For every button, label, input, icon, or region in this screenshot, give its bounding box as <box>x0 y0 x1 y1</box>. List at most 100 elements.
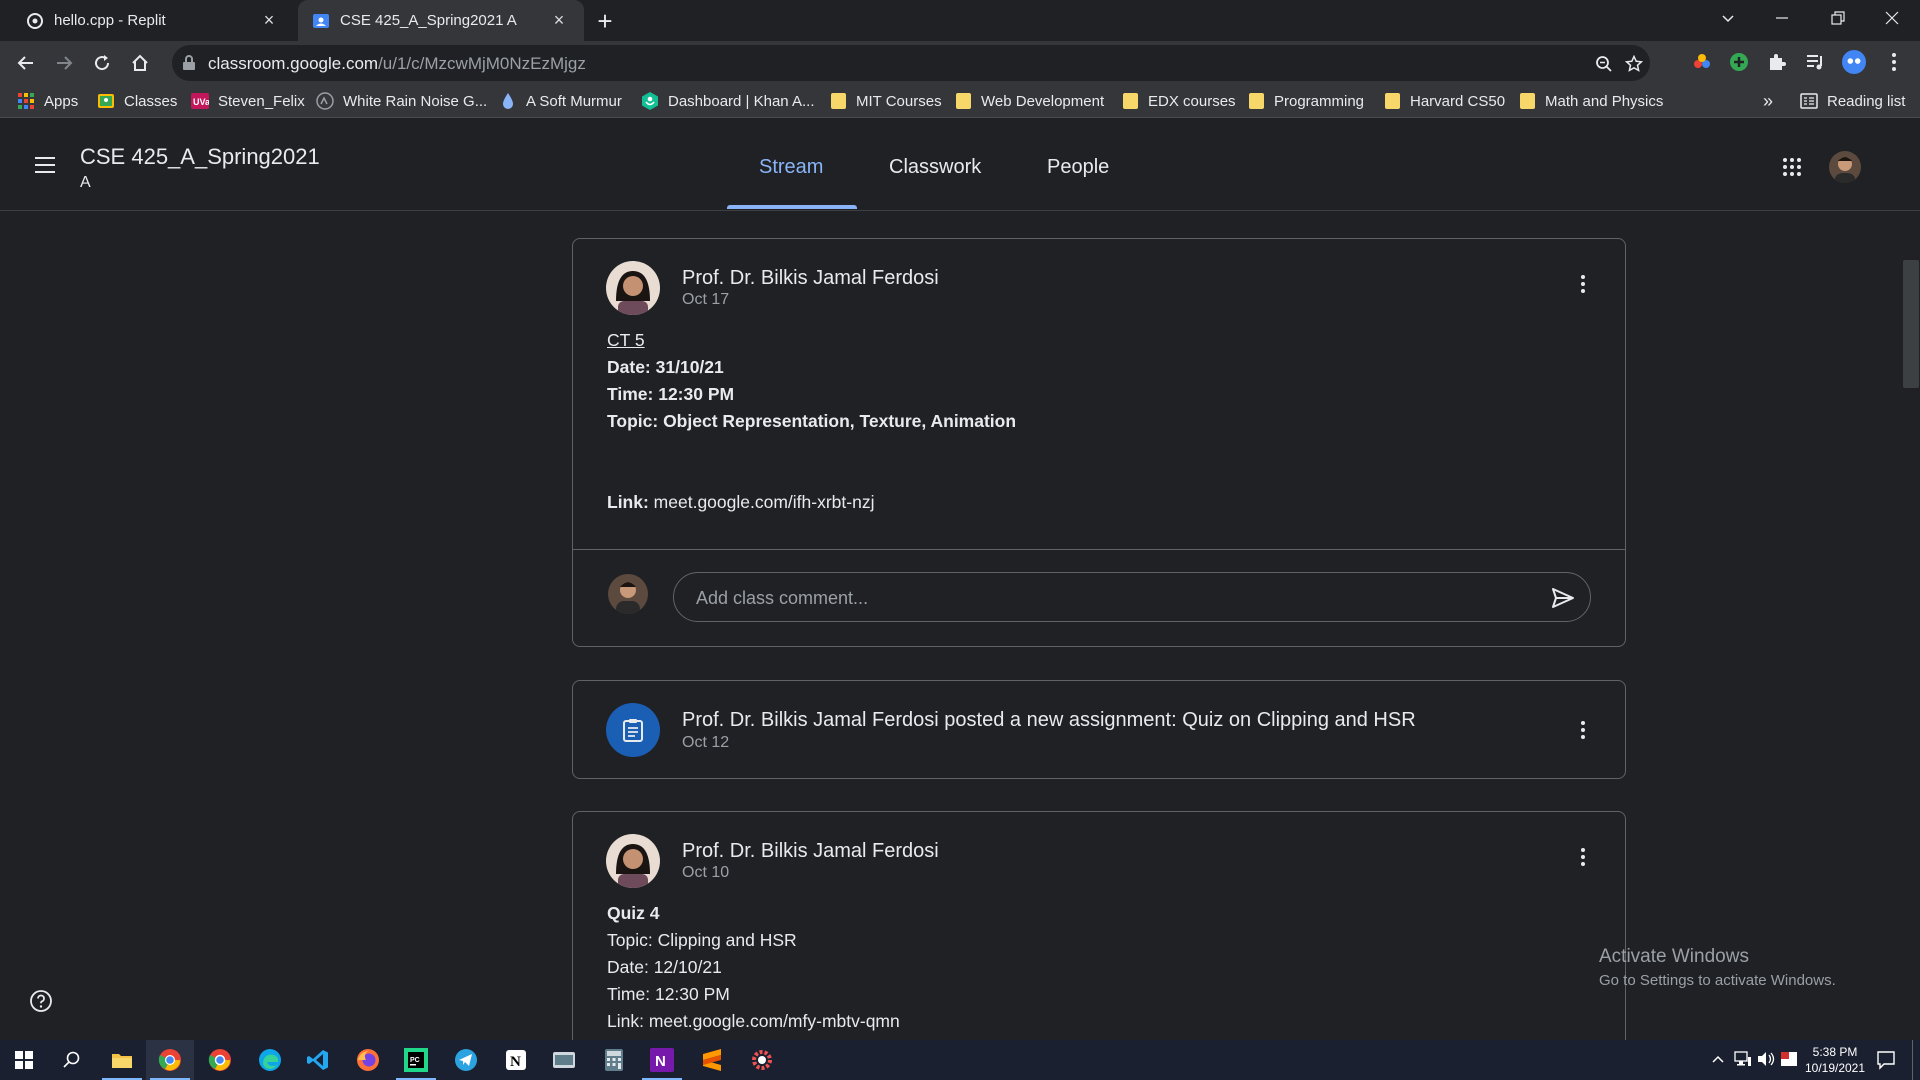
active-tab-indicator <box>727 205 857 209</box>
reading-list-button[interactable]: Reading list <box>1800 84 1905 118</box>
bookmark-mit-courses[interactable]: MIT Courses <box>829 84 942 118</box>
address-bar[interactable]: classroom.google.com/u/1/c/MzcwMjM0NzEzM… <box>172 45 1650 81</box>
tab-search-icon[interactable] <box>1700 0 1756 36</box>
vscode-icon[interactable] <box>294 1040 342 1080</box>
new-tab-button[interactable]: + <box>590 6 620 36</box>
back-arrow-icon[interactable] <box>10 47 42 79</box>
telegram-icon[interactable] <box>442 1040 490 1080</box>
home-icon[interactable] <box>124 47 156 79</box>
show-desktop-button[interactable] <box>1912 1040 1920 1080</box>
svg-text:PC: PC <box>410 1057 420 1064</box>
tab-classwork[interactable]: Classwork <box>889 156 981 179</box>
bookmark-classes[interactable]: Classes <box>97 84 177 118</box>
account-avatar[interactable] <box>1829 151 1861 183</box>
replit-icon <box>26 12 44 30</box>
svg-text:N: N <box>510 1054 521 1070</box>
google-apps-icon[interactable] <box>1783 158 1801 176</box>
post-options-icon[interactable] <box>1568 269 1598 299</box>
post-date[interactable]: Oct 17 <box>682 291 729 309</box>
browser-tab-classroom[interactable]: CSE 425_A_Spring2021 A × <box>298 0 584 41</box>
post-line-link: Link: meet.google.com/ifh-xrbt-nzj <box>607 492 874 513</box>
post-author[interactable]: Prof. Dr. Bilkis Jamal Ferdosi <box>682 840 939 863</box>
main-menu-icon[interactable] <box>34 156 56 174</box>
tab-stream[interactable]: Stream <box>759 156 823 179</box>
extension-colorful-icon[interactable] <box>1690 50 1714 74</box>
post-title-link[interactable]: CT 5 <box>607 330 645 351</box>
reading-list-label: Reading list <box>1827 92 1906 110</box>
file-explorer-icon[interactable] <box>98 1040 146 1080</box>
bookmark-harvard-cs50[interactable]: Harvard CS50 <box>1383 84 1505 118</box>
restore-icon[interactable] <box>1810 0 1866 36</box>
meet-link[interactable]: meet.google.com/ifh-xrbt-nzj <box>649 492 875 512</box>
bookmarks-overflow-button[interactable]: » <box>1763 84 1773 118</box>
assignment-options-icon[interactable] <box>1568 715 1598 745</box>
taskbar-clock[interactable]: 5:38 PM 10/19/2021 <box>1800 1044 1870 1076</box>
firefox-icon[interactable] <box>344 1040 392 1080</box>
scrollbar-thumb[interactable] <box>1903 260 1919 388</box>
course-title[interactable]: CSE 425_A_Spring2021 <box>80 144 320 170</box>
pycharm-icon[interactable]: PC <box>392 1040 440 1080</box>
volume-icon[interactable] <box>1757 1051 1775 1067</box>
bookmark-edx-courses[interactable]: EDX courses <box>1121 84 1236 118</box>
minimize-icon[interactable] <box>1754 0 1810 36</box>
search-icon[interactable] <box>48 1040 96 1080</box>
lock-icon[interactable] <box>182 55 196 71</box>
post-line-link[interactable]: Link: meet.google.com/mfy-mbtv-qmn <box>607 1011 900 1032</box>
calculator-icon[interactable] <box>590 1040 638 1080</box>
network-icon[interactable] <box>1734 1051 1752 1067</box>
app-window-icon[interactable] <box>540 1040 588 1080</box>
line-label: Link: <box>607 492 649 512</box>
bookmark-star-icon[interactable] <box>1624 54 1644 74</box>
send-icon[interactable] <box>1550 585 1576 611</box>
profile-avatar-icon[interactable] <box>1842 50 1866 74</box>
windows-start-icon[interactable] <box>0 1040 48 1080</box>
browser-tab-replit[interactable]: hello.cpp - Replit × <box>12 0 294 41</box>
svg-text:UVa: UVa <box>193 97 209 107</box>
stream-assignment-card[interactable]: Prof. Dr. Bilkis Jamal Ferdosi posted a … <box>572 680 1626 779</box>
extensions-puzzle-icon[interactable] <box>1765 50 1789 74</box>
language-indicator-icon[interactable] <box>1780 1051 1798 1067</box>
bookmark-web-development[interactable]: Web Development <box>954 84 1104 118</box>
extension-plus-icon[interactable] <box>1727 50 1751 74</box>
reload-icon[interactable] <box>86 47 118 79</box>
bookmark-math-physics[interactable]: Math and Physics <box>1518 84 1663 118</box>
notion-icon[interactable]: N <box>492 1040 540 1080</box>
post-line-date: Date: 31/10/21 <box>607 357 724 378</box>
tray-overflow-icon[interactable] <box>1711 1052 1725 1066</box>
edge-icon[interactable] <box>246 1040 294 1080</box>
gear-app-icon[interactable] <box>738 1040 786 1080</box>
bookmark-soft-murmur[interactable]: A Soft Murmur <box>499 84 622 118</box>
media-queue-icon[interactable] <box>1803 50 1827 74</box>
post-date[interactable]: Oct 10 <box>682 864 729 882</box>
bookmark-programming[interactable]: Programming <box>1247 84 1364 118</box>
bookmark-steven-felix[interactable]: UVa Steven_Felix <box>191 84 305 118</box>
noise-icon <box>316 92 334 110</box>
zoom-icon[interactable] <box>1594 54 1614 74</box>
post-options-icon[interactable] <box>1568 842 1598 872</box>
class-comment-input[interactable] <box>694 584 1518 612</box>
close-tab-icon[interactable]: × <box>548 10 570 32</box>
sublime-text-icon[interactable] <box>688 1040 736 1080</box>
post-author[interactable]: Prof. Dr. Bilkis Jamal Ferdosi <box>682 267 939 290</box>
bookmark-white-rain-noise[interactable]: White Rain Noise G... <box>316 84 487 118</box>
tab-title: CSE 425_A_Spring2021 A <box>340 12 517 29</box>
post-line-topic: Topic: Object Representation, Texture, A… <box>607 411 1016 432</box>
classroom-icon <box>312 12 330 30</box>
close-tab-icon[interactable]: × <box>258 10 280 32</box>
chrome-icon[interactable] <box>146 1040 194 1080</box>
tab-people[interactable]: People <box>1047 156 1109 179</box>
bookmark-label: Dashboard | Khan A... <box>668 92 815 110</box>
forward-arrow-icon[interactable] <box>48 47 80 79</box>
close-window-icon[interactable] <box>1864 0 1920 36</box>
teacher-avatar <box>606 834 660 888</box>
chrome-beta-icon[interactable] <box>196 1040 244 1080</box>
bookmark-khan-academy[interactable]: Dashboard | Khan A... <box>641 84 815 118</box>
folder-icon <box>954 92 972 110</box>
url-path: /u/1/c/MzcwMjM0NzEzMjgz <box>378 54 586 73</box>
notifications-icon[interactable] <box>1876 1050 1896 1070</box>
help-icon[interactable] <box>29 989 53 1013</box>
assignment-text[interactable]: Prof. Dr. Bilkis Jamal Ferdosi posted a … <box>682 709 1416 732</box>
bookmark-apps[interactable]: Apps <box>17 84 78 118</box>
chrome-menu-icon[interactable] <box>1882 50 1906 74</box>
onenote-icon[interactable]: N <box>638 1040 686 1080</box>
